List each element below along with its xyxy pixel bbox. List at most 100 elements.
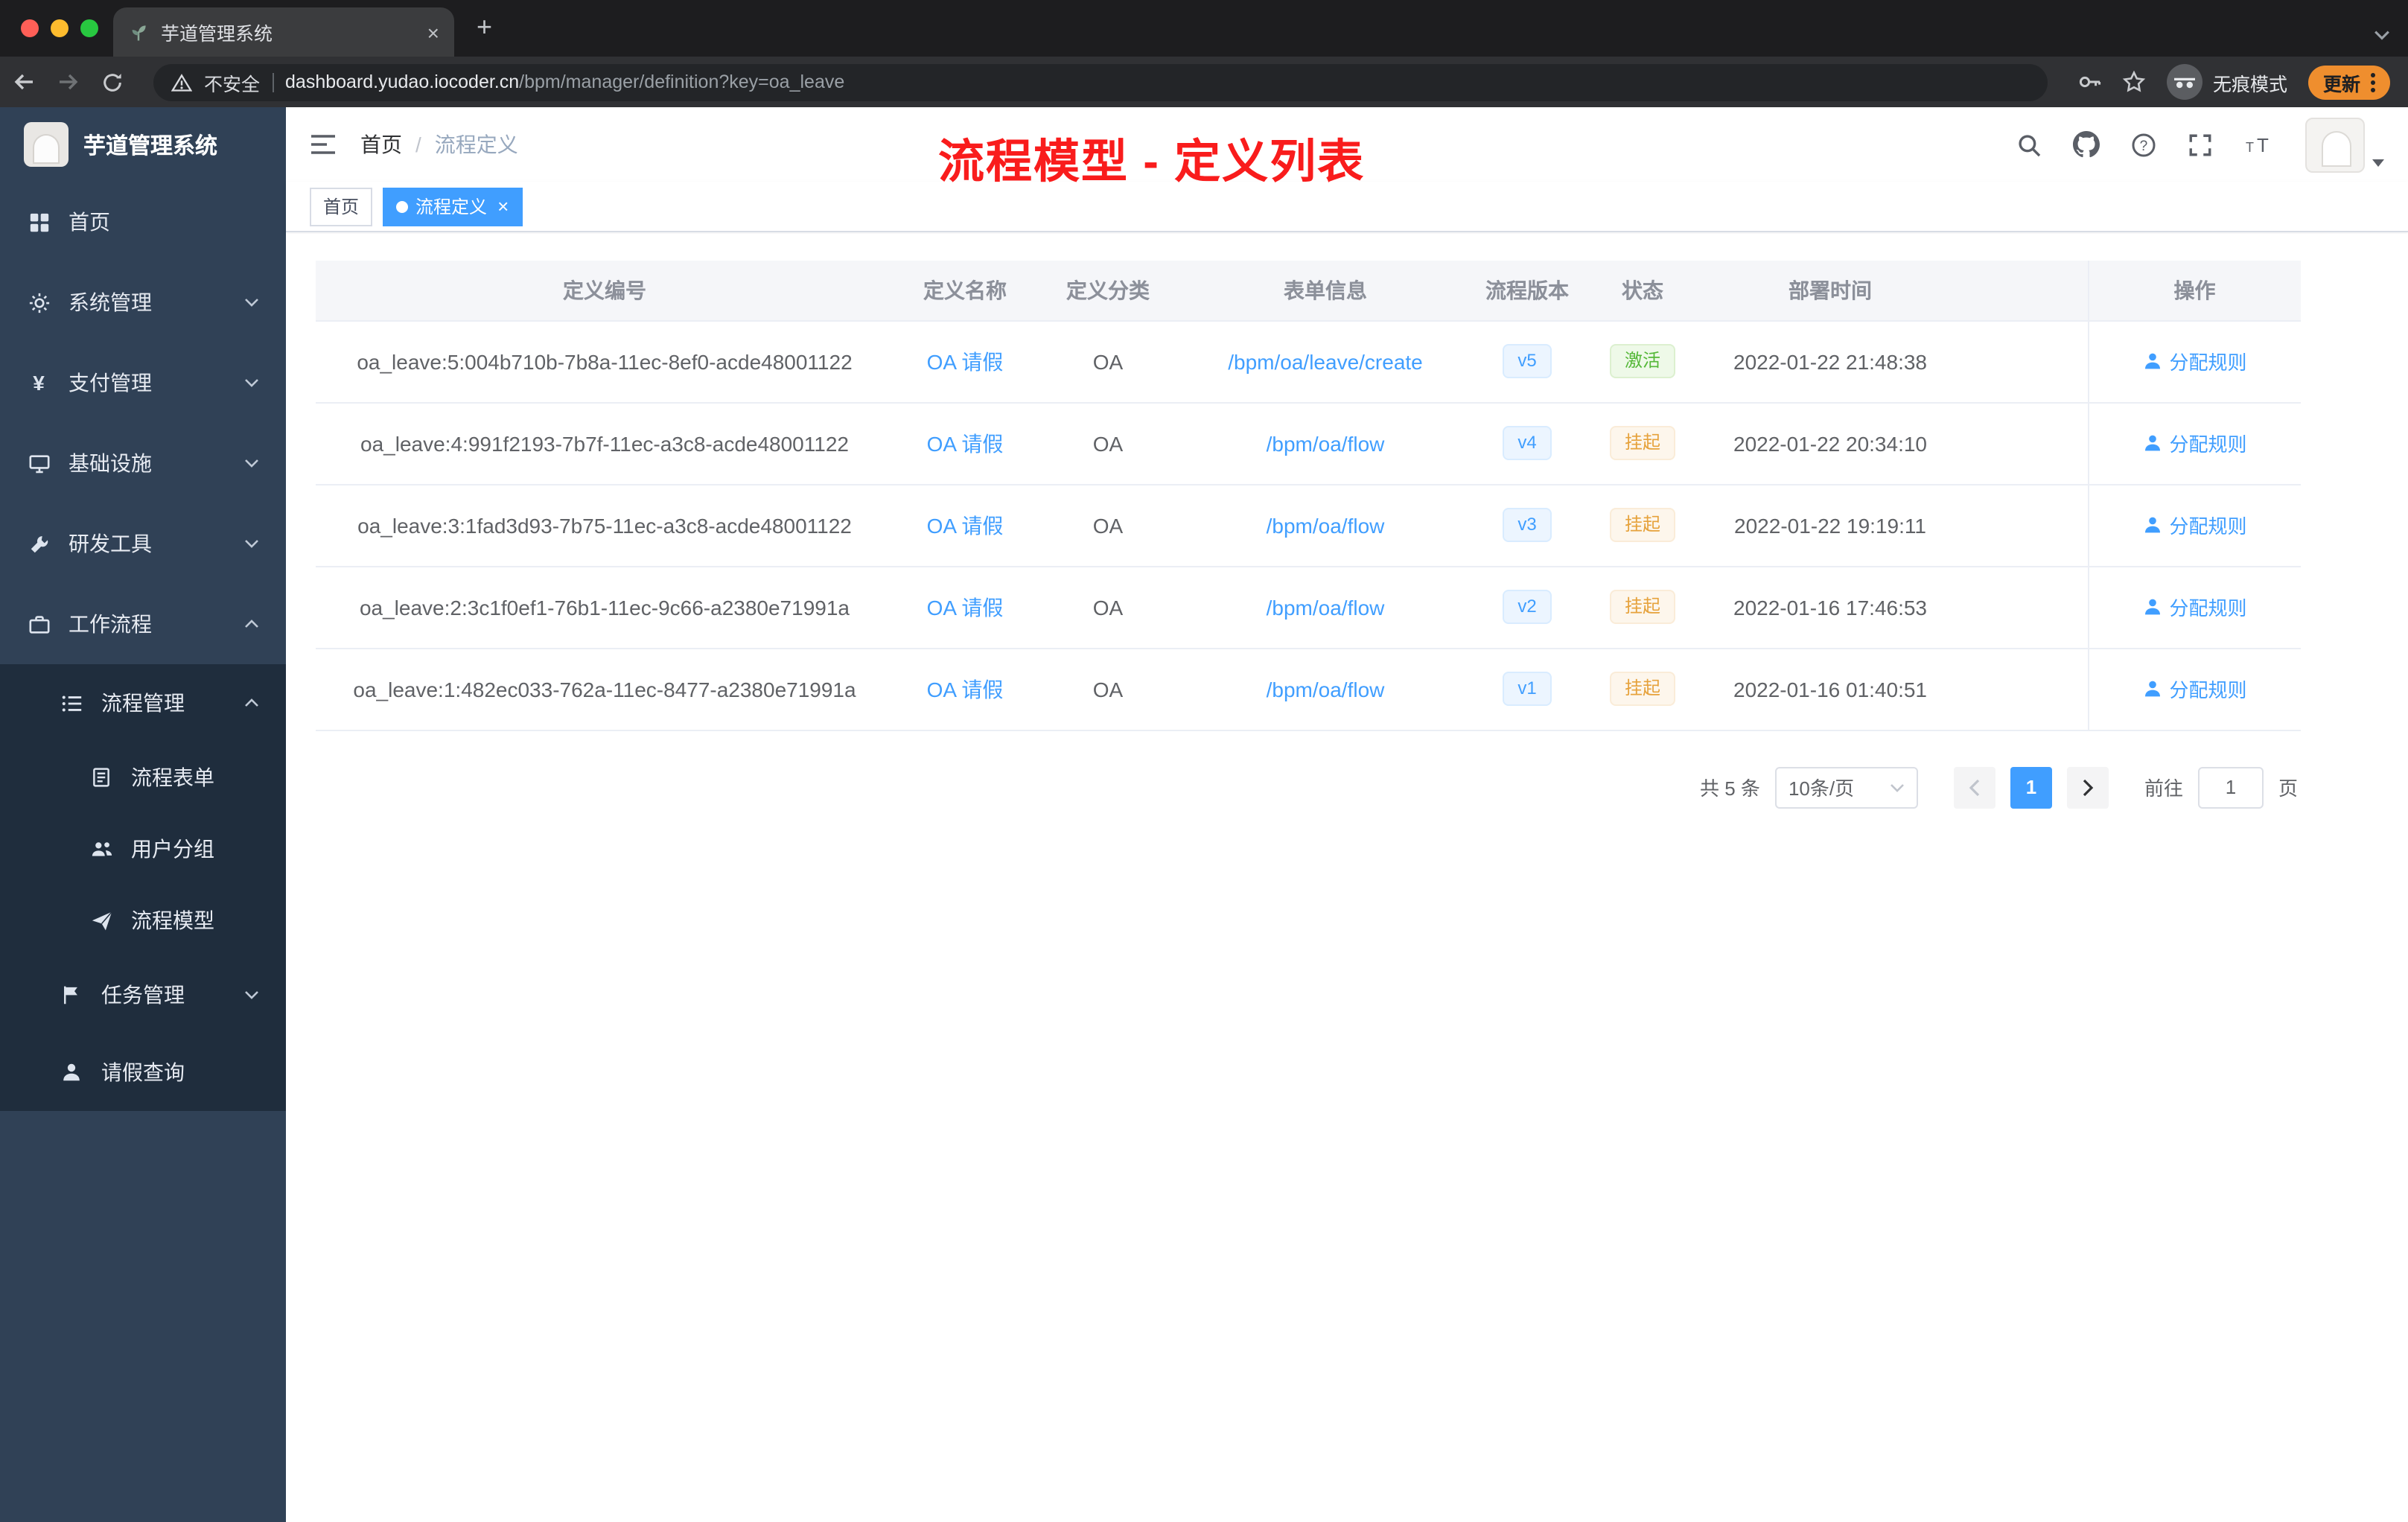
col-definition-name: 定义名称	[894, 261, 1036, 321]
tag-process-definition[interactable]: 流程定义 ×	[383, 187, 523, 226]
form-link[interactable]: /bpm/oa/flow	[1267, 513, 1385, 537]
navbar-right-cluster: ? TT	[2016, 117, 2384, 172]
tag-home[interactable]: 首页	[310, 187, 373, 226]
prev-page-button[interactable]	[1953, 766, 1995, 808]
next-page-button[interactable]	[2066, 766, 2109, 808]
chevron-right-icon	[2083, 778, 2094, 796]
definition-name-link[interactable]: OA 请假	[927, 677, 1004, 701]
sidebar-item-dev-tools[interactable]: 研发工具	[0, 503, 286, 584]
security-warning-icon[interactable]	[171, 72, 192, 92]
form-link[interactable]: /bpm/oa/leave/create	[1228, 349, 1423, 373]
monitor-icon	[27, 452, 51, 474]
sidebar-item-process-form[interactable]: 流程表单	[0, 742, 286, 813]
browser-tab[interactable]: 芋道管理系统 ×	[113, 7, 454, 57]
version-badge: v5	[1503, 344, 1552, 378]
url-path: /bpm/manager/definition?key=oa_leave	[519, 71, 845, 92]
sidebar-item-process-model[interactable]: 流程模型	[0, 885, 286, 956]
forward-button[interactable]	[57, 70, 80, 94]
wrench-icon	[27, 532, 51, 555]
person-icon	[2144, 353, 2160, 369]
breadcrumb-home[interactable]: 首页	[360, 130, 402, 159]
tag-close-icon[interactable]: ×	[497, 197, 509, 216]
assign-rule-button[interactable]: 分配规则	[2142, 429, 2247, 457]
definition-name-link[interactable]: OA 请假	[927, 431, 1004, 455]
sidebar-item-task-management[interactable]: 任务管理	[0, 956, 286, 1034]
sidebar-item-workflow[interactable]: 工作流程	[0, 584, 286, 664]
definition-category: OA	[1036, 566, 1179, 649]
tab-search-chevron-icon[interactable]	[2374, 21, 2390, 48]
sidebar-item-leave-query[interactable]: 请假查询	[0, 1034, 286, 1111]
assign-rule-button[interactable]: 分配规则	[2142, 675, 2247, 703]
sidebar-item-system[interactable]: 系统管理	[0, 262, 286, 343]
pagination: 共 5 条 10条/页 1 前往 页	[316, 766, 2301, 808]
workflow-submenu: 流程管理 流程表单 用户分组 流程模型 任务管理 请假查询	[0, 664, 286, 1111]
definition-id: oa_leave:3:1fad3d93-7b75-11ec-a3c8-acde4…	[316, 484, 894, 567]
deploy-time: 2022-01-22 19:19:11	[1702, 484, 1958, 567]
status-badge: 挂起	[1609, 590, 1675, 624]
chevron-down-icon	[1891, 783, 1904, 792]
main-content: 定义编号 定义名称 定义分类 表单信息 流程版本 状态 部署时间 操作 oa_l…	[286, 234, 2408, 1522]
deploy-time: 2022-01-22 21:48:38	[1702, 320, 1958, 403]
assign-rule-button[interactable]: 分配规则	[2142, 511, 2247, 539]
sidebar-item-user-group[interactable]: 用户分组	[0, 813, 286, 885]
page-size-select[interactable]: 10条/页	[1774, 766, 1918, 808]
search-icon[interactable]	[2016, 132, 2042, 157]
new-tab-button[interactable]: +	[477, 12, 492, 43]
form-link[interactable]: /bpm/oa/flow	[1267, 677, 1385, 701]
deploy-time: 2022-01-22 20:34:10	[1702, 402, 1958, 485]
briefcase-icon	[27, 613, 51, 635]
assign-rule-button[interactable]: 分配规则	[2142, 593, 2247, 621]
zoom-window-button[interactable]	[80, 19, 98, 37]
logo-avatar	[24, 122, 69, 167]
minimize-window-button[interactable]	[51, 19, 69, 37]
reload-button[interactable]	[101, 71, 124, 93]
chevron-up-icon	[244, 698, 259, 707]
sidebar-item-label: 基础设施	[69, 451, 152, 475]
definition-name-link[interactable]: OA 请假	[927, 595, 1004, 619]
incognito-label: 无痕模式	[2212, 74, 2287, 95]
hamburger-icon[interactable]	[310, 134, 337, 155]
sidebar-item-payment[interactable]: ¥ 支付管理	[0, 343, 286, 423]
person-icon	[2144, 599, 2160, 615]
close-window-button[interactable]	[21, 19, 39, 37]
definition-id: oa_leave:5:004b710b-7b8a-11ec-8ef0-acde4…	[316, 320, 894, 403]
tag-label: 流程定义	[415, 197, 488, 217]
caret-down-icon	[2372, 159, 2384, 166]
jump-page-input[interactable]	[2197, 766, 2264, 808]
breadcrumb: 首页 / 流程定义	[360, 130, 518, 159]
font-size-icon[interactable]: TT	[2244, 133, 2274, 156]
paper-plane-icon	[89, 909, 113, 932]
bookmark-star-icon[interactable]	[2122, 70, 2146, 94]
assign-rule-button[interactable]: 分配规则	[2142, 347, 2247, 375]
help-icon[interactable]: ?	[2131, 132, 2156, 157]
address-bar[interactable]: 不安全 dashboard.yudao.iocoder.cn/bpm/manag…	[153, 63, 2048, 101]
github-icon[interactable]	[2073, 131, 2100, 158]
sidebar-logo[interactable]: 芋道管理系统	[0, 107, 286, 182]
logo-title: 芋道管理系统	[83, 133, 218, 159]
fullscreen-icon[interactable]	[2188, 132, 2213, 157]
chevron-down-icon	[244, 378, 259, 387]
person-icon	[2144, 681, 2160, 697]
definition-name-link[interactable]: OA 请假	[927, 513, 1004, 537]
update-button[interactable]: 更新	[2307, 65, 2390, 99]
tab-close-icon[interactable]: ×	[427, 22, 439, 42]
user-avatar-menu[interactable]	[2305, 117, 2384, 172]
password-key-icon[interactable]	[2077, 70, 2101, 94]
version-badge: v2	[1503, 590, 1552, 624]
sidebar-item-home[interactable]: 首页	[0, 182, 286, 262]
form-link[interactable]: /bpm/oa/flow	[1267, 595, 1385, 619]
page-number-1[interactable]: 1	[2010, 766, 2052, 808]
definition-name-link[interactable]: OA 请假	[927, 349, 1004, 373]
back-button[interactable]	[12, 70, 36, 94]
definition-table: 定义编号 定义名称 定义分类 表单信息 流程版本 状态 部署时间 操作 oa_l…	[316, 261, 2301, 730]
url-host: dashboard.yudao.iocoder.cn	[285, 71, 520, 92]
chevron-down-icon	[244, 298, 259, 307]
avatar[interactable]	[2305, 117, 2365, 172]
assign-rule-label: 分配规则	[2169, 597, 2247, 620]
form-link[interactable]: /bpm/oa/flow	[1267, 431, 1385, 455]
sidebar-item-infrastructure[interactable]: 基础设施	[0, 423, 286, 503]
svg-text:T: T	[2246, 140, 2254, 155]
browser-menu-kebab-icon[interactable]	[2371, 72, 2375, 92]
status-badge: 激活	[1609, 344, 1675, 378]
sidebar-item-process-management[interactable]: 流程管理	[0, 664, 286, 742]
